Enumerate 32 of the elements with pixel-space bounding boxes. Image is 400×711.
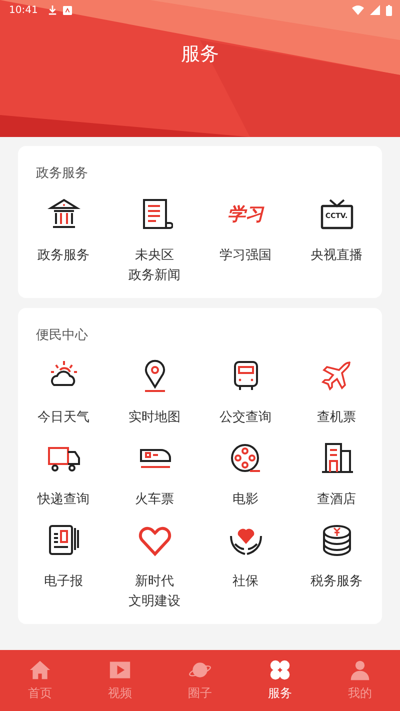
page-title: 服务 <box>180 42 220 67</box>
service-label[interactable]: 电影 <box>232 490 258 510</box>
service-label[interactable]: 学习强国 <box>220 246 272 266</box>
service-label[interactable]: 查机票 <box>317 408 356 428</box>
service-label[interactable]: 快递查询 <box>38 490 90 510</box>
wifi-icon <box>352 5 364 15</box>
service-label[interactable]: 今日天气 <box>38 408 90 428</box>
person-icon <box>349 659 371 681</box>
section-title: 便民中心 <box>35 327 89 344</box>
battery-icon <box>386 4 392 16</box>
service-label[interactable]: 查酒店 <box>317 490 356 510</box>
service-label[interactable]: 政务服务 <box>38 246 90 266</box>
service-label[interactable]: 火车票 <box>135 490 174 510</box>
petals-icon <box>269 659 291 681</box>
status-time: 10:41 <box>9 4 38 16</box>
service-label[interactable]: 新时代 <box>135 572 174 592</box>
service-label[interactable]: 未央区 <box>135 246 174 266</box>
service-label[interactable]: 社保 <box>232 572 258 592</box>
service-label[interactable]: 公交查询 <box>220 408 272 428</box>
play-icon <box>109 659 131 681</box>
calligraphy-logo[interactable]: 学习 <box>228 202 264 226</box>
section-title: 政务服务 <box>35 165 89 182</box>
service-label[interactable]: 文明建设 <box>128 592 180 612</box>
tab[interactable]: 服务 <box>240 650 320 711</box>
service-label[interactable]: 央视直播 <box>310 246 362 266</box>
download-icon <box>48 5 57 15</box>
home-icon <box>29 659 51 681</box>
service-label[interactable]: 政务新闻 <box>128 266 180 286</box>
service-label[interactable]: 电子报 <box>44 572 83 592</box>
service-label[interactable]: 实时地图 <box>128 408 180 428</box>
signal-icon <box>370 5 380 15</box>
service-label[interactable]: 税务服务 <box>310 572 362 592</box>
